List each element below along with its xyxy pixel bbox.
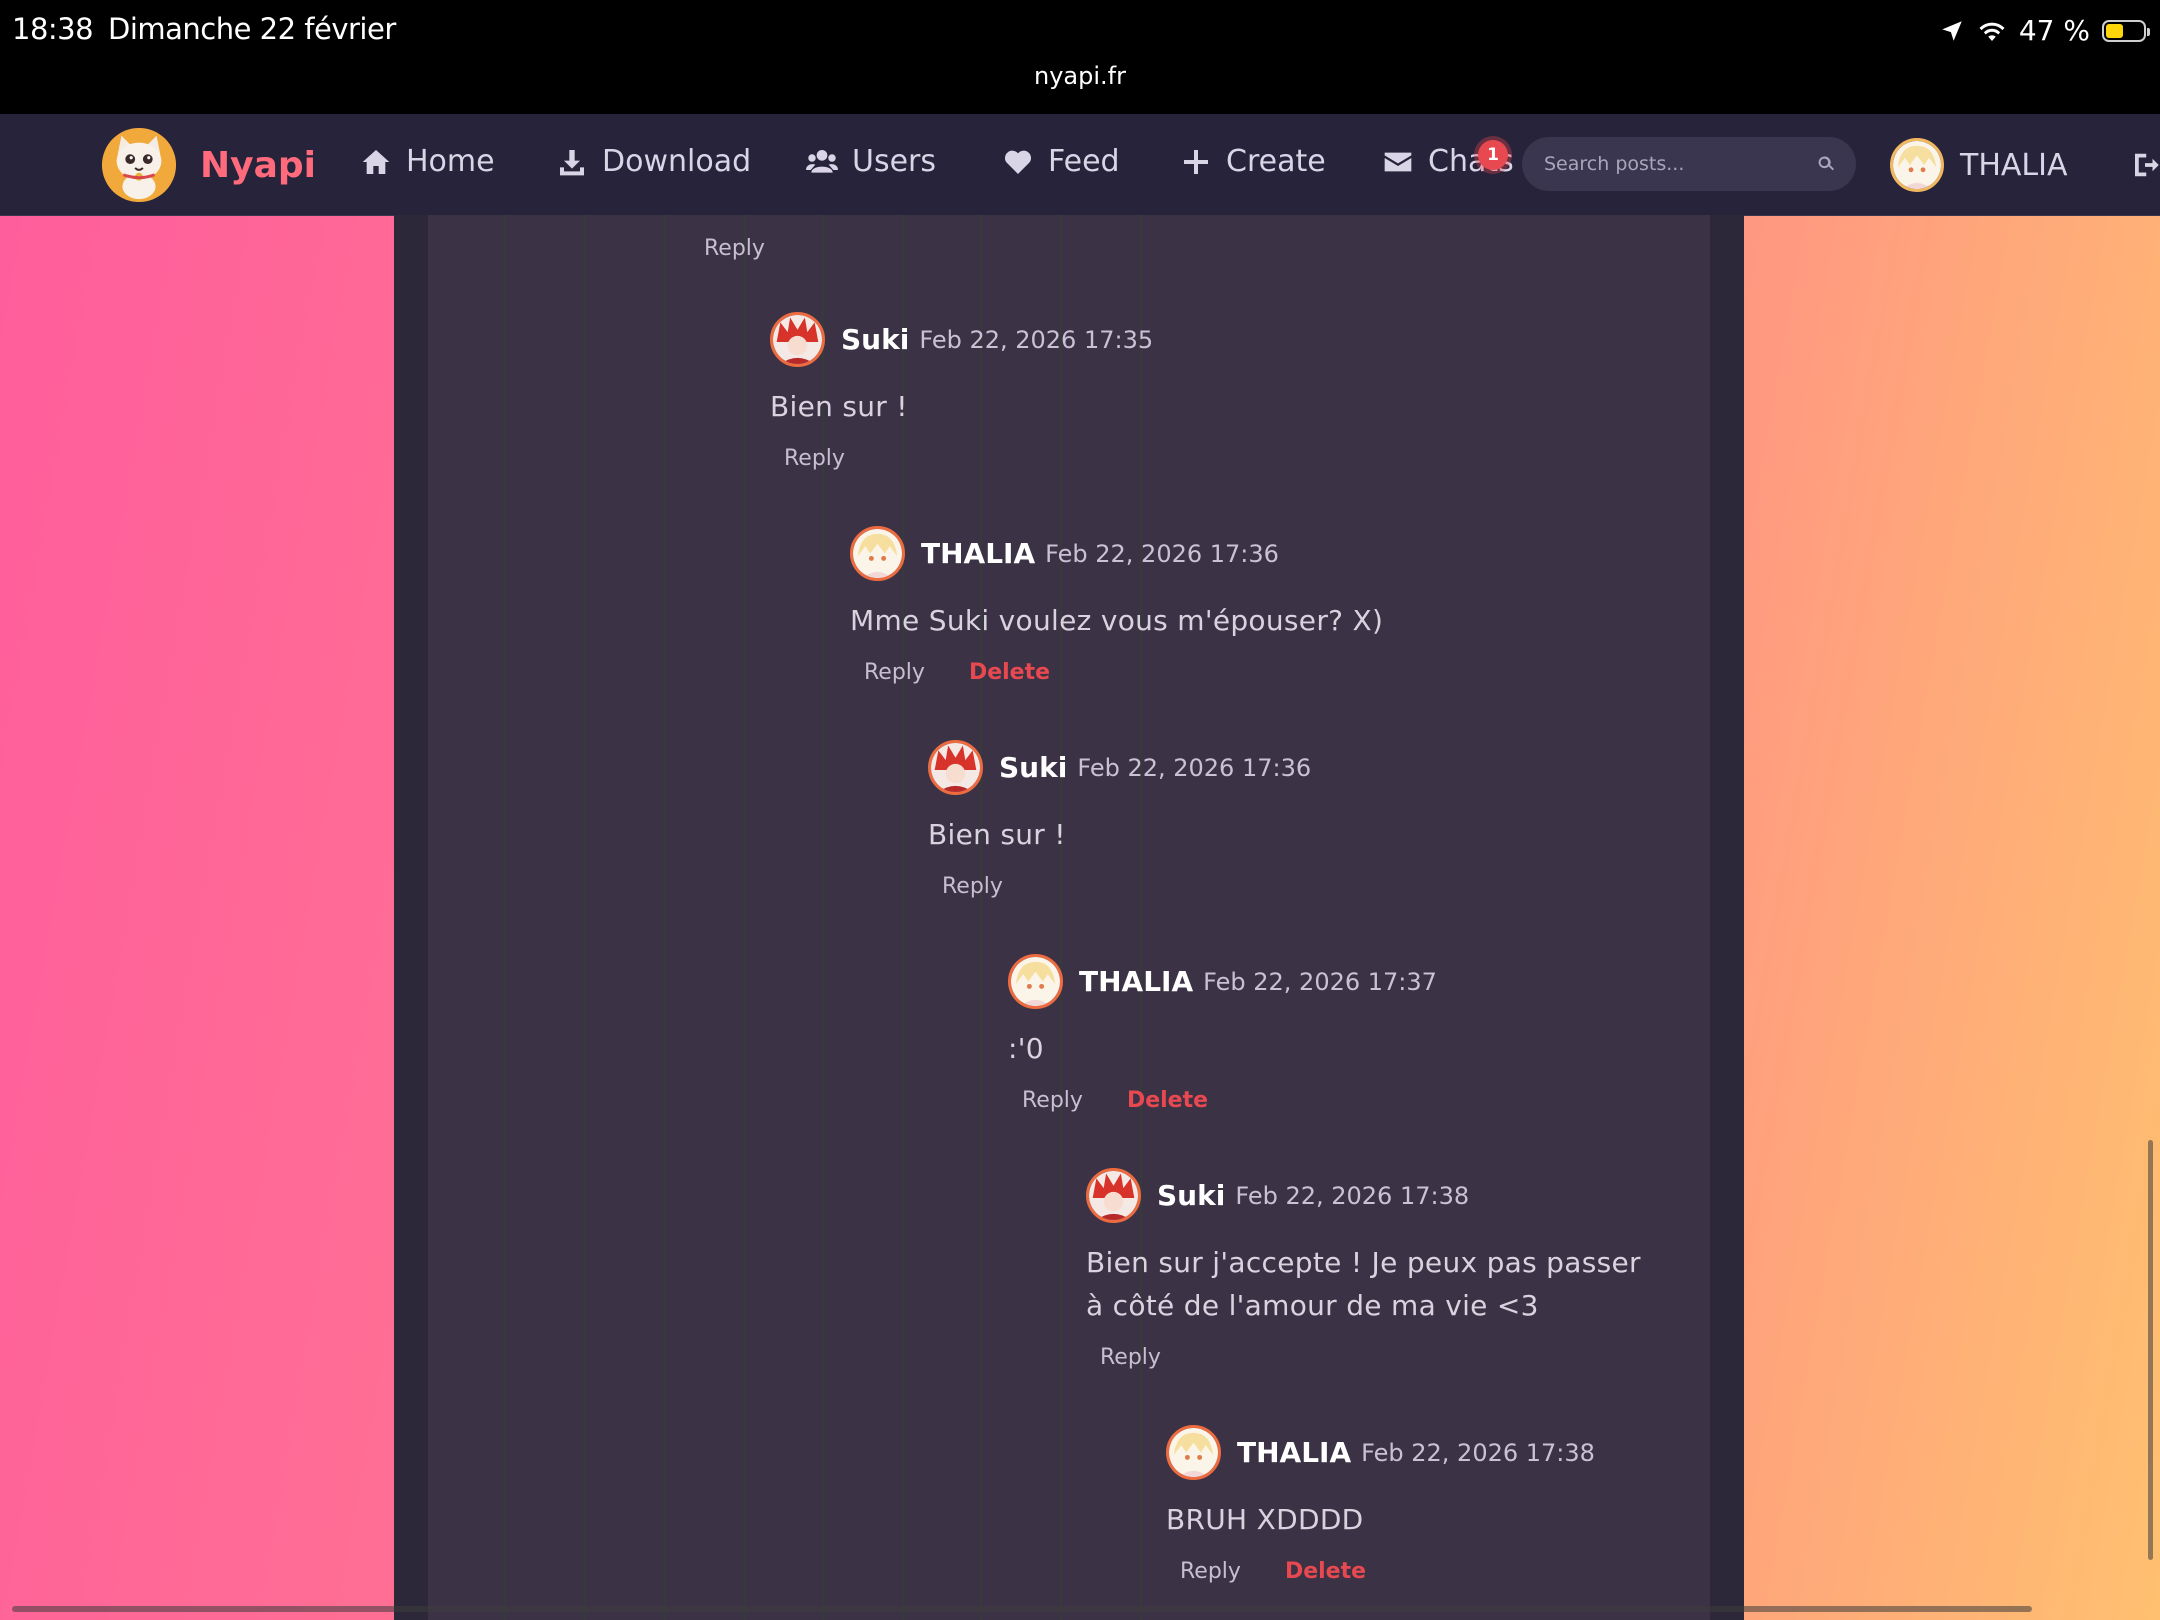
heart-icon <box>1004 150 1032 174</box>
user-avatar-icon <box>1893 141 1941 189</box>
status-indicators: 47 % <box>1939 14 2150 47</box>
avatar <box>850 526 905 581</box>
avatar <box>770 312 825 367</box>
download-icon <box>560 149 584 175</box>
reply-button[interactable]: Reply <box>1180 1559 1241 1584</box>
battery-icon <box>2102 19 2150 42</box>
avatar <box>1166 1425 1221 1480</box>
reply-button[interactable]: Reply <box>864 660 925 685</box>
comment-body: :'0 <box>1008 1032 1044 1065</box>
comment-author[interactable]: THALIA <box>1079 965 1193 998</box>
nav-create-label: Create <box>1226 144 1326 179</box>
location-icon <box>1942 20 1962 41</box>
nav-download-label: Download <box>602 144 752 179</box>
brand-name: Nyapi <box>200 144 316 186</box>
delete-button[interactable]: Delete <box>1127 1088 1208 1113</box>
comment-author[interactable]: THALIA <box>921 537 1035 570</box>
users-icon <box>806 149 838 173</box>
thread-line <box>744 215 746 1620</box>
reply-button[interactable]: Reply <box>1100 1345 1161 1370</box>
search-icon[interactable] <box>1816 154 1836 174</box>
nav-home[interactable]: Home <box>360 144 495 179</box>
home-icon <box>362 149 390 174</box>
search-input[interactable] <box>1542 152 1816 176</box>
plus-icon <box>1184 149 1208 174</box>
comment: Suki Feb 22, 2026 17:36 Bien sur ! Reply <box>928 740 1648 899</box>
reply-button[interactable]: Reply <box>942 874 1003 899</box>
comment: THALIA Feb 22, 2026 17:38 BRUH XDDDD Rep… <box>1166 1425 1666 1584</box>
delete-button[interactable]: Delete <box>1285 1559 1366 1584</box>
reply-button[interactable]: Reply <box>1022 1088 1083 1113</box>
user-menu[interactable]: THALIA <box>1890 138 2068 192</box>
avatar <box>1008 954 1063 1009</box>
nav-home-label: Home <box>406 144 495 179</box>
nav-users[interactable]: Users <box>806 144 936 179</box>
comment-time: Feb 22, 2026 17:36 <box>1045 539 1279 568</box>
comment: THALIA Feb 22, 2026 17:36 Mme Suki voule… <box>850 526 1650 685</box>
avatar <box>1086 1168 1141 1223</box>
comment-body: Mme Suki voulez vous m'épouser? X) <box>850 604 1384 637</box>
suki-avatar-icon <box>931 743 980 792</box>
brand-link[interactable]: Nyapi <box>100 126 316 204</box>
nav-feed[interactable]: Feed <box>1002 144 1120 179</box>
thread-line <box>504 215 506 1620</box>
search-box <box>1522 137 1856 191</box>
comment-time: Feb 22, 2026 17:38 <box>1361 1438 1595 1467</box>
cat-logo-icon <box>101 127 177 203</box>
chat-notification-badge: 1 <box>1478 140 1508 170</box>
comment: THALIA Feb 22, 2026 17:37 :'0 Reply Dele… <box>1008 954 1658 1113</box>
comment-author[interactable]: Suki <box>999 751 1067 784</box>
delete-button[interactable]: Delete <box>969 660 1050 685</box>
thalia-avatar-icon <box>1169 1428 1218 1477</box>
comment-body: Bien sur ! <box>770 390 908 423</box>
nav-create[interactable]: Create <box>1180 144 1326 179</box>
comment-author[interactable]: Suki <box>1157 1179 1225 1212</box>
comment-author[interactable]: THALIA <box>1237 1436 1351 1469</box>
suki-avatar-icon <box>773 315 822 364</box>
thalia-avatar-icon <box>1011 957 1060 1006</box>
vertical-scrollbar[interactable] <box>2148 1140 2153 1560</box>
status-time: 18:38 <box>12 12 94 46</box>
reply-button[interactable]: Reply <box>704 236 765 261</box>
comment: Suki Feb 22, 2026 17:38 Bien sur j'accep… <box>1086 1168 1666 1370</box>
nav-download[interactable]: Download <box>556 144 751 179</box>
nav-users-label: Users <box>852 144 937 179</box>
comment-time: Feb 22, 2026 17:38 <box>1235 1181 1470 1210</box>
comment-body: BRUH XDDDD <box>1166 1503 1364 1536</box>
comment-author[interactable]: Suki <box>841 323 909 356</box>
avatar <box>928 740 983 795</box>
address-bar[interactable]: nyapi.fr <box>0 62 2160 90</box>
wifi-icon <box>1979 22 2005 41</box>
logout-icon[interactable] <box>2130 150 2160 180</box>
comment-body: Bien sur ! <box>928 818 1066 851</box>
horizontal-scrollbar[interactable] <box>12 1606 2032 1612</box>
user-name: THALIA <box>1960 147 2068 183</box>
comment: Suki Feb 22, 2026 17:35 Bien sur ! Reply <box>770 312 1640 471</box>
envelope-icon <box>1384 152 1412 171</box>
battery-percent: 47 % <box>2018 14 2090 47</box>
suki-avatar-icon <box>1089 1171 1138 1220</box>
comment-time: Feb 22, 2026 17:36 <box>1077 753 1312 782</box>
status-date: Dimanche 22 février <box>108 12 396 46</box>
thalia-avatar-icon <box>853 529 902 578</box>
thread-line <box>584 215 586 1620</box>
thread-line <box>664 215 666 1620</box>
status-bar: 18:38 Dimanche 22 février nyapi.fr 47 % <box>0 0 2160 114</box>
comment-time: Feb 22, 2026 17:37 <box>1203 967 1437 996</box>
nav-feed-label: Feed <box>1048 144 1120 179</box>
comment-time: Feb 22, 2026 17:35 <box>919 325 1154 354</box>
avatar <box>1890 138 1944 192</box>
battery-fill <box>2106 23 2123 38</box>
comment-body: Bien sur j'accepte ! Je peux pas passer … <box>1086 1246 1641 1322</box>
reply-button[interactable]: Reply <box>784 446 845 471</box>
